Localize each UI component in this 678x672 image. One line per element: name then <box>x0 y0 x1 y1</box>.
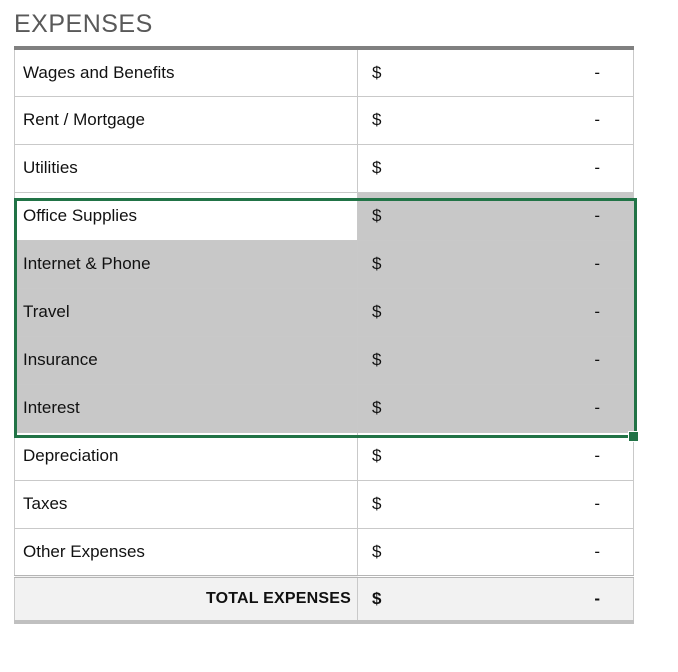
expense-amount-value: - <box>594 158 600 177</box>
currency-symbol: $ <box>372 494 382 513</box>
table-row[interactable]: Travel $ - <box>14 288 634 337</box>
expense-label-text: Wages and Benefits <box>23 62 175 82</box>
expense-label-text: Utilities <box>23 158 78 177</box>
currency-symbol: $ <box>372 110 382 129</box>
expense-amount-value: - <box>594 350 600 369</box>
selection-fill-handle[interactable] <box>628 431 639 442</box>
currency-symbol: $ <box>372 254 382 273</box>
expense-label-text: Insurance <box>23 350 98 369</box>
expense-amount-cell[interactable]: $ - <box>357 384 634 433</box>
expense-label-cell[interactable]: Insurance <box>14 336 358 385</box>
table-row[interactable]: Internet & Phone $ - <box>14 240 634 289</box>
expenses-table-wrapper: Wages and Benefits $ - Rent / Mortgage $ - Uti… <box>14 46 634 624</box>
table-row[interactable]: Office Supplies $ - <box>14 192 634 241</box>
total-row[interactable]: TOTAL EXPENSES $ - <box>14 574 634 624</box>
table-row[interactable]: Utilities $ - <box>14 144 634 193</box>
expense-amount-value: - <box>594 398 600 417</box>
expense-amount-value: - <box>594 62 600 82</box>
expense-amount-cell[interactable]: $ - <box>357 192 634 241</box>
currency-symbol: $ <box>372 398 382 417</box>
table-row[interactable]: Interest $ - <box>14 384 634 433</box>
expense-amount-cell[interactable]: $ - <box>357 288 634 337</box>
expense-amount-cell[interactable]: $ - <box>357 480 634 529</box>
expense-label-cell[interactable]: Depreciation <box>14 432 358 481</box>
expense-amount-value: - <box>594 206 600 225</box>
page-title: EXPENSES <box>14 10 153 38</box>
expense-amount-value: - <box>594 254 600 273</box>
expense-amount-cell[interactable]: $ - <box>357 46 634 97</box>
expense-label-text: Interest <box>23 398 80 417</box>
expense-amount-value: - <box>594 302 600 321</box>
expense-label-cell[interactable]: Internet & Phone <box>14 240 358 289</box>
expense-label-cell[interactable]: Office Supplies <box>14 192 358 241</box>
expense-label-text: Travel <box>23 302 70 321</box>
expense-label-text: Depreciation <box>23 446 119 465</box>
total-currency-symbol: $ <box>372 588 382 608</box>
currency-symbol: $ <box>372 541 382 561</box>
currency-symbol: $ <box>372 158 382 177</box>
table-row[interactable]: Depreciation $ - <box>14 432 634 481</box>
total-amount-value: - <box>594 588 600 608</box>
expense-label-text: Office Supplies <box>23 206 138 225</box>
currency-symbol: $ <box>372 302 382 321</box>
expenses-worksheet: EXPENSES Wages and Benefits $ - Rent / Mort… <box>0 0 678 672</box>
expense-amount-value: - <box>594 494 600 513</box>
table-row[interactable]: Other Expenses $ - <box>14 528 634 577</box>
expense-amount-value: - <box>594 110 600 129</box>
total-label-cell[interactable]: TOTAL EXPENSES <box>14 574 358 624</box>
currency-symbol: $ <box>372 446 382 465</box>
expense-amount-value: - <box>594 446 600 465</box>
expense-label-text: Other Expenses <box>23 541 145 561</box>
expense-label-cell[interactable]: Interest <box>14 384 358 433</box>
expense-amount-cell[interactable]: $ - <box>357 144 634 193</box>
expense-amount-cell[interactable]: $ - <box>357 528 634 577</box>
table-row[interactable]: Insurance $ - <box>14 336 634 385</box>
expense-label-cell[interactable]: Rent / Mortgage <box>14 96 358 145</box>
expense-amount-cell[interactable]: $ - <box>357 432 634 481</box>
expenses-table: Wages and Benefits $ - Rent / Mortgage $ - Uti… <box>14 46 634 624</box>
table-row[interactable]: Taxes $ - <box>14 480 634 529</box>
table-row[interactable]: Wages and Benefits $ - <box>14 46 634 97</box>
expense-label-text: Rent / Mortgage <box>23 110 145 129</box>
currency-symbol: $ <box>372 62 382 82</box>
expense-label-text: Internet & Phone <box>23 254 151 273</box>
expense-label-cell[interactable]: Travel <box>14 288 358 337</box>
total-label-text: TOTAL EXPENSES <box>205 589 351 607</box>
expense-label-cell[interactable]: Wages and Benefits <box>14 46 358 97</box>
expense-amount-value: - <box>594 541 600 561</box>
table-row[interactable]: Rent / Mortgage $ - <box>14 96 634 145</box>
expenses-table-body: Wages and Benefits $ - Rent / Mortgage $ - Uti… <box>14 46 634 624</box>
expense-amount-cell[interactable]: $ - <box>357 240 634 289</box>
currency-symbol: $ <box>372 206 382 225</box>
total-amount-cell[interactable]: $ - <box>357 574 634 624</box>
expense-label-cell[interactable]: Taxes <box>14 480 358 529</box>
expense-amount-cell[interactable]: $ - <box>357 336 634 385</box>
currency-symbol: $ <box>372 350 382 369</box>
expense-amount-cell[interactable]: $ - <box>357 96 634 145</box>
expense-label-text: Taxes <box>23 494 68 513</box>
expense-label-cell[interactable]: Utilities <box>14 144 358 193</box>
expense-label-cell[interactable]: Other Expenses <box>14 528 358 577</box>
